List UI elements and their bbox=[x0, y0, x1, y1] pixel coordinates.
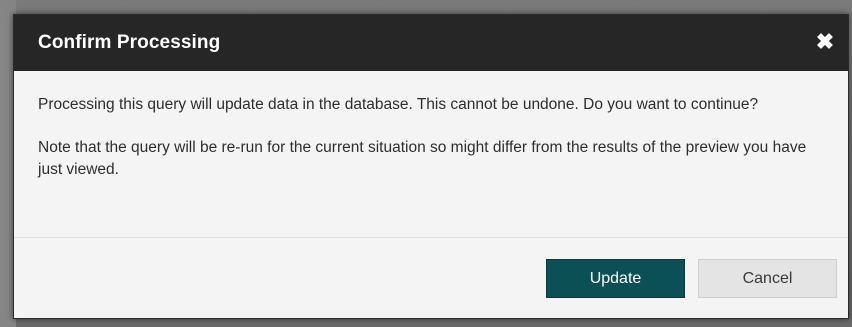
warning-message: Processing this query will update data i… bbox=[38, 96, 759, 113]
close-icon[interactable]: ✖ bbox=[814, 30, 836, 54]
dialog-footer: Update Cancel bbox=[14, 237, 848, 318]
cancel-button[interactable]: Cancel bbox=[698, 259, 837, 298]
confirm-processing-dialog: Confirm Processing ✖ Processing this que… bbox=[13, 14, 849, 319]
note-message: Note that the query will be re-run for t… bbox=[38, 139, 807, 178]
dialog-body: Processing this query will update data i… bbox=[14, 71, 848, 237]
dialog-title: Confirm Processing bbox=[38, 32, 221, 53]
update-button[interactable]: Update bbox=[546, 259, 685, 298]
dialog-titlebar: Confirm Processing ✖ bbox=[14, 15, 848, 71]
